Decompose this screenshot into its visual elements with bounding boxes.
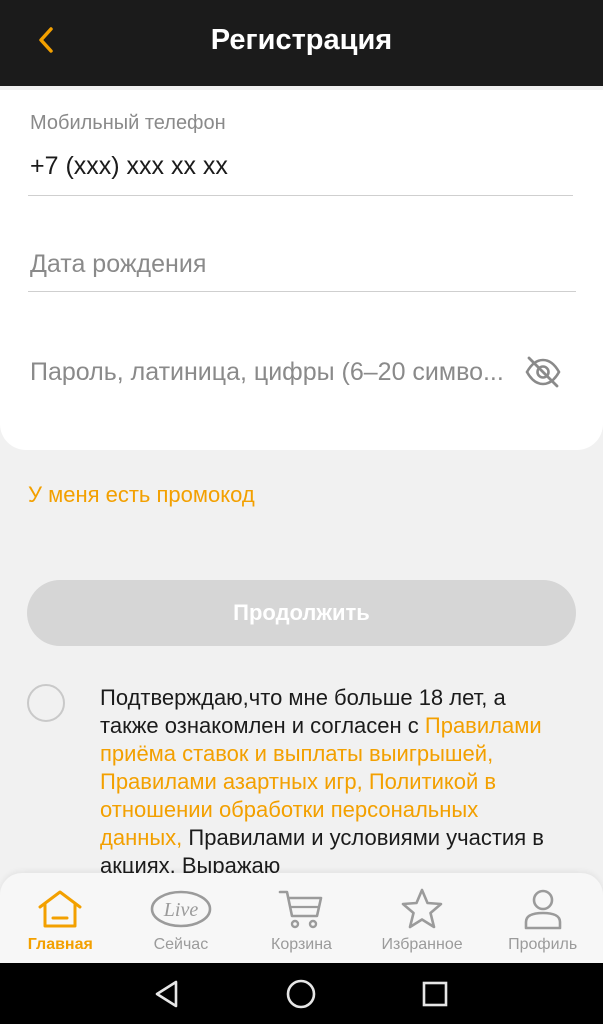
nav-label-cart: Корзина <box>271 936 332 953</box>
birthdate-field-underline <box>28 291 576 292</box>
live-badge-text: Live <box>163 899 199 921</box>
live-icon: Live <box>150 890 212 928</box>
recents-square-icon <box>422 981 448 1007</box>
home-circle-icon <box>286 979 316 1009</box>
promo-code-link[interactable]: У меня есть промокод <box>28 482 255 508</box>
phone-input[interactable]: +7 (xxx) xxx xx xx <box>30 152 228 181</box>
home-icon <box>38 890 82 928</box>
consent-text: Подтверждаю,что мне больше 18 лет, а так… <box>100 684 560 874</box>
continue-button[interactable]: Продолжить <box>27 580 576 646</box>
nav-item-favorites[interactable]: Избранное <box>362 873 483 963</box>
page-title: Регистрация <box>210 24 393 56</box>
nav-label-home: Главная <box>27 936 93 953</box>
nav-item-home[interactable]: Главная <box>0 873 121 963</box>
back-triangle-icon <box>155 980 178 1008</box>
system-home-button[interactable] <box>284 977 318 1011</box>
system-recents-button[interactable] <box>418 977 452 1011</box>
birthdate-input[interactable]: Дата рождения <box>30 250 570 279</box>
profile-icon <box>524 889 561 930</box>
star-icon <box>401 888 443 929</box>
cart-icon <box>279 890 323 929</box>
nav-label-favorites: Избранное <box>381 936 463 953</box>
nav-label-live: Сейчас <box>153 936 209 953</box>
phone-field-label: Мобильный телефон <box>30 112 226 134</box>
password-visibility-toggle[interactable] <box>522 352 564 392</box>
system-navigation-bar <box>0 963 603 1024</box>
system-back-button[interactable] <box>150 977 184 1011</box>
nav-item-profile[interactable]: Профиль <box>482 873 603 963</box>
nav-item-live[interactable]: Live Сейчас <box>121 873 242 963</box>
consent-checkbox[interactable] <box>27 684 65 722</box>
phone-field-underline <box>28 195 573 196</box>
app-header: Регистрация <box>0 0 603 86</box>
nav-item-cart[interactable]: Корзина <box>241 873 362 963</box>
password-input[interactable]: Пароль, латиница, цифры (6–20 симво... <box>30 358 520 387</box>
nav-label-profile: Профиль <box>508 936 578 953</box>
bottom-navigation: Главная Live Сейчас Корзина Избранное Пр… <box>0 873 603 963</box>
eye-off-icon <box>525 356 561 388</box>
